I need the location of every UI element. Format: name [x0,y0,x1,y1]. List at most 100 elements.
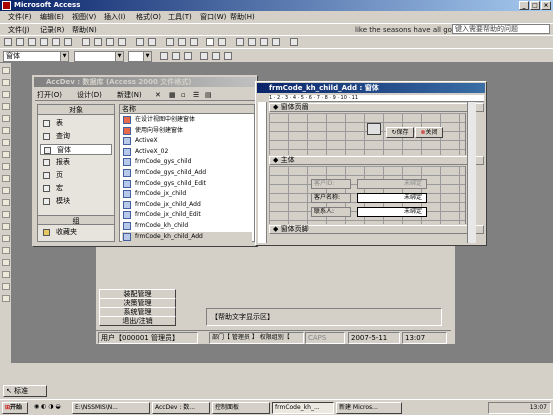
label-tool-icon[interactable] [2,91,10,98]
view-mode-toolbar[interactable]: ↖ 标准 [3,385,47,397]
object-forms[interactable]: 窗体 [40,144,112,155]
build-icon[interactable] [248,38,256,46]
contact-label[interactable]: 联系人: [311,207,351,217]
list-item[interactable]: ActiveX [122,136,252,147]
design-window-title[interactable]: frmCode_kh_child_Add : 窗体 [257,83,485,93]
menu-insert[interactable]: 插入(I) [104,11,126,23]
quick-launch[interactable]: ◉ ◐ ◑ ◒ [32,402,70,414]
menu-view[interactable]: 视图(V) [72,11,96,23]
list-item[interactable]: frmCode_gys_child [122,157,252,168]
chevron-down-icon[interactable]: ▼ [143,52,151,61]
object-tables[interactable]: 表 [40,118,112,129]
image-control[interactable] [367,123,381,135]
rectangle-tool-icon[interactable] [2,283,10,290]
autoformat-icon[interactable] [206,38,214,46]
control-wizard-icon[interactable] [2,79,10,86]
db-design-button[interactable]: 设计(D) [77,89,102,101]
page-break-icon[interactable] [2,235,10,242]
italic-icon[interactable] [172,52,180,60]
save-button[interactable]: ↻保存 [386,127,414,138]
bold-icon[interactable] [160,52,168,60]
list-view-icon[interactable]: ☰ [193,89,199,101]
object-pages[interactable]: 页 [40,170,112,181]
body-section-grid[interactable]: 客户ID: 未绑定 客户名称: 未绑定 联系人: 未绑定 [269,166,466,224]
object-reports[interactable]: 报表 [40,157,112,168]
list-item[interactable]: frmCode_jx_child_Edit [122,210,252,221]
textbox-tool-icon[interactable] [2,103,10,110]
groups-header[interactable]: 组 [38,215,114,225]
header-section-bar[interactable]: ◆ 窗体页眉 [269,103,484,112]
favorites-group[interactable]: 收藏夹 [40,227,112,238]
minimize-button[interactable]: _ [519,1,529,10]
save-icon[interactable] [16,38,24,46]
paste-icon[interactable] [106,38,114,46]
toolbox-icon[interactable] [190,38,198,46]
preview-icon[interactable] [52,38,60,46]
list-item[interactable]: frmCode_gys_child_Edit [122,179,252,190]
unbound-object-icon[interactable] [2,211,10,218]
task-control-panel[interactable]: 控制面板 [212,402,270,414]
start-button[interactable]: ⊞开始 [2,402,28,414]
spelling-icon[interactable] [64,38,72,46]
chevron-down-icon[interactable]: ▼ [115,52,123,61]
font-combo[interactable]: ▼ [74,51,124,62]
list-item[interactable]: frmCode_jx_child_Add [122,200,252,211]
menu-file[interactable]: 文件(F) [8,11,32,23]
option-group-icon[interactable] [2,115,10,122]
listbox-tool-icon[interactable] [2,175,10,182]
customer-name-field[interactable]: 未绑定 [357,193,427,203]
list-item[interactable]: frmCode_kh_child [122,221,252,232]
db-new-button[interactable]: 新建(N) [117,89,142,101]
task-new-micros[interactable]: 新建 Micros... [336,402,402,414]
list-item[interactable]: frmCode_gys_child_Add [122,168,252,179]
more-controls-icon[interactable] [2,295,10,302]
close-button[interactable]: × [541,1,551,10]
new-object-icon[interactable] [272,38,280,46]
design-vertical-scrollbar[interactable] [467,102,476,243]
task-frmcode[interactable]: frmCode_kh_... [272,402,334,414]
subform-icon[interactable] [2,259,10,266]
database-window-title[interactable]: AccDev : 数据库 (Access 2000 文件格式) [34,77,256,87]
large-icons-icon[interactable]: ▦ [169,89,176,101]
image-tool-icon[interactable] [2,199,10,206]
small-icons-icon[interactable]: ▫ [181,89,186,101]
database-window-icon[interactable] [260,38,268,46]
body-section-bar[interactable]: ◆ 主体 [269,156,484,165]
chevron-down-icon[interactable]: ▼ [60,52,68,61]
format-painter-icon[interactable] [118,38,126,46]
menu-window[interactable]: 窗口(W) [200,11,226,23]
menu-tools[interactable]: 工具(T) [168,11,192,23]
side-button-logout[interactable]: 退出/注销 [99,316,176,326]
search-icon[interactable] [28,38,36,46]
object-queries[interactable]: 查询 [40,131,112,142]
select-objects-icon[interactable] [2,67,10,74]
object-modules[interactable]: 模块 [40,196,112,207]
help-icon[interactable] [290,38,298,46]
checkbox-tool-icon[interactable] [2,151,10,158]
header-section-grid[interactable]: ↻保存 ⊗关闭 [269,113,466,155]
customer-name-label[interactable]: 客户名称: [311,193,351,203]
db-open-button[interactable]: 打开(O) [37,89,62,101]
line-tool-icon[interactable] [2,271,10,278]
hyperlink-icon[interactable] [166,38,174,46]
undo-icon[interactable] [136,38,144,46]
menu-edit[interactable]: 编辑(E) [40,11,64,23]
command-button-icon[interactable] [2,187,10,194]
help-question-input[interactable]: 键入需要帮助的问题 [452,24,550,34]
list-item[interactable]: ActiveX_02 [122,147,252,158]
redo-icon[interactable] [148,38,156,46]
menu-format[interactable]: 格式(O) [136,11,161,23]
maximize-button[interactable]: □ [530,1,540,10]
align-left-icon[interactable] [200,52,208,60]
close-form-button[interactable]: ⊗关闭 [415,127,443,138]
option-button-icon[interactable] [2,139,10,146]
customer-id-field[interactable]: 未绑定 [357,179,427,189]
view-icon[interactable] [4,38,12,46]
code-icon[interactable] [218,38,226,46]
tab-control-icon[interactable] [2,247,10,254]
align-right-icon[interactable] [224,52,232,60]
object-macros[interactable]: 宏 [40,183,112,194]
underline-icon[interactable] [184,52,192,60]
object-combo[interactable]: 窗体 ▼ [3,51,69,62]
bound-object-icon[interactable] [2,223,10,230]
